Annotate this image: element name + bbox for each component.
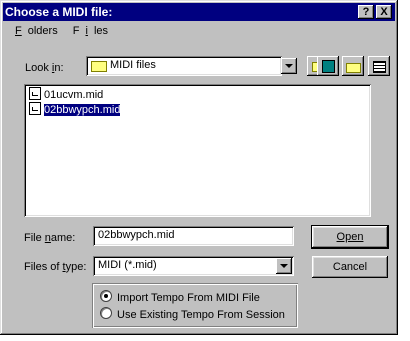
filetype-combobox[interactable]: MIDI (*.mid) (93, 256, 294, 276)
folder-icon (91, 61, 107, 72)
lookin-combobox[interactable]: MIDI files (86, 56, 282, 76)
lookin-value: MIDI files (110, 59, 156, 71)
file-name: 01ucvm.mid (44, 89, 104, 101)
lookin-dropdown-button[interactable] (281, 58, 297, 74)
dialog-title: Choose a MIDI file: (5, 5, 113, 19)
list-view-button[interactable] (368, 56, 390, 76)
filename-value: 02bbwypch.mid (98, 229, 175, 241)
file-list[interactable]: 01ucvm.mid 02bbwypch.mid (24, 84, 371, 217)
radio-import-tempo[interactable]: Import Tempo From MIDI File (100, 290, 260, 305)
filename-input[interactable]: 02bbwypch.mid (93, 226, 294, 246)
desktop-button[interactable] (317, 56, 339, 76)
file-dialog: Choose a MIDI file: ? X Folders Fi les Lo… (0, 0, 398, 335)
title-bar[interactable]: Choose a MIDI file: ? X (3, 3, 395, 21)
filetype-value: MIDI (*.mid) (98, 259, 157, 271)
list-item[interactable]: 02bbwypch.mid (29, 102, 122, 117)
cancel-button[interactable]: Cancel (312, 256, 388, 278)
radio-label: Use Existing Tempo From Session (117, 309, 285, 321)
new-folder-button[interactable] (342, 56, 364, 76)
filetype-dropdown-button[interactable] (276, 258, 292, 274)
list-item[interactable]: 01ucvm.mid (29, 87, 103, 102)
desktop-icon (322, 60, 335, 73)
radio-existing-tempo[interactable]: Use Existing Tempo From Session (100, 307, 285, 322)
radio-selected-icon (100, 290, 112, 302)
cancel-label: Cancel (332, 261, 368, 273)
menu-folders[interactable]: Folders (9, 25, 58, 37)
help-button[interactable]: ? (358, 5, 374, 19)
close-icon: X (380, 6, 388, 18)
menu-bar: Folders Fi les (3, 22, 114, 40)
list-view-icon (373, 61, 386, 73)
close-button[interactable]: X (376, 5, 392, 19)
midi-file-icon (29, 87, 41, 100)
new-folder-icon (346, 63, 361, 73)
menu-files[interactable]: Fi les (73, 25, 108, 37)
filetype-label: Files of type: (24, 261, 87, 273)
lookin-label: Look in: (25, 62, 64, 74)
file-name: 02bbwypch.mid (42, 103, 122, 117)
open-label: Open (336, 231, 364, 243)
radio-label: Import Tempo From MIDI File (117, 292, 260, 304)
filename-label: File name: (24, 232, 76, 244)
midi-file-icon (29, 102, 41, 115)
tempo-options-group: Import Tempo From MIDI File Use Existing… (92, 283, 298, 328)
help-icon: ? (362, 6, 370, 18)
open-button[interactable]: Open (311, 225, 389, 249)
radio-unselected-icon (100, 307, 112, 319)
